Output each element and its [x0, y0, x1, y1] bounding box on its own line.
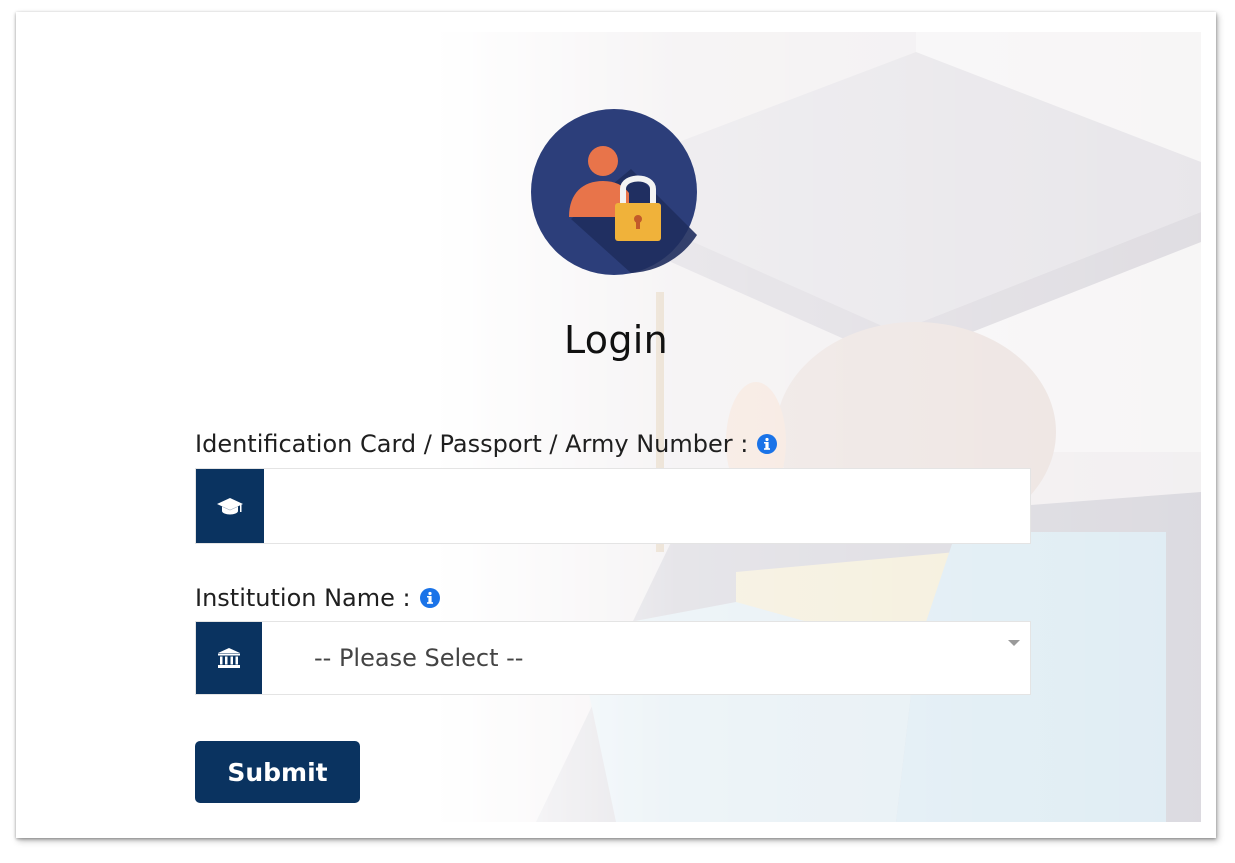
institution-select-value: -- Please Select -- [314, 644, 524, 672]
id-field-label-text: Identification Card / Passport / Army Nu… [195, 430, 749, 458]
institution-select[interactable]: -- Please Select -- [262, 622, 1030, 694]
institution-field-group: -- Please Select -- [195, 621, 1031, 695]
id-field-group [195, 468, 1031, 544]
university-building-icon [218, 648, 240, 668]
id-number-input[interactable] [264, 469, 1030, 543]
info-circle-icon[interactable] [419, 587, 441, 609]
page-title: Login [563, 318, 668, 362]
login-page: Login Identification Card / Passport / A… [16, 12, 1216, 838]
id-field-label: Identification Card / Passport / Army Nu… [195, 430, 778, 458]
institution-field-label: Institution Name : [195, 584, 441, 612]
graduation-cap-icon [217, 498, 243, 515]
user-lock-icon [531, 109, 697, 275]
info-circle-icon[interactable] [756, 433, 778, 455]
caret-down-icon [1008, 640, 1020, 646]
institution-field-label-text: Institution Name : [195, 584, 411, 612]
login-panel: Login Identification Card / Passport / A… [16, 12, 1216, 838]
submit-button[interactable]: Submit [195, 741, 360, 803]
institution-field-addon [196, 622, 262, 694]
id-field-addon [196, 469, 264, 543]
